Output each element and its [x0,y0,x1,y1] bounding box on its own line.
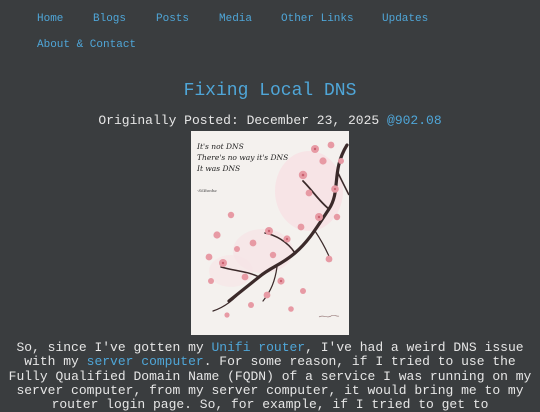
body-text-segment: So, since I've gotten my [16,340,212,355]
hero-caption: It's not DNS There's no way it's DNS It … [197,141,288,174]
nav-link-posts[interactable]: Posts [156,13,189,26]
server-computer-link[interactable]: server computer [87,354,204,369]
nav-link-other-links[interactable]: Other Links [281,13,354,26]
nav-row-2: About & Contact [0,26,540,52]
beat-time-link[interactable]: @902.08 [387,113,442,128]
post-body-paragraph: So, since I've gotten my Unifi router, I… [8,340,532,412]
posted-date-line: Originally Posted: December 23, 2025 @90… [0,113,540,129]
unifi-router-link[interactable]: Unifi router [211,340,305,355]
nav-link-about-contact[interactable]: About & Contact [37,39,136,52]
hero-caption-line: It was DNS [197,164,241,173]
nav-link-blogs[interactable]: Blogs [93,13,126,26]
nav-link-updates[interactable]: Updates [382,13,428,26]
top-navigation: Home Blogs Posts Media Other Links Updat… [0,0,540,52]
nav-link-home[interactable]: Home [37,13,63,26]
nav-link-media[interactable]: Media [219,13,252,26]
nav-row-1: Home Blogs Posts Media Other Links Updat… [0,0,540,26]
hero-signature: -SSBonba [197,188,217,193]
hero-caption-line: There's no way it's DNS [197,153,289,162]
posted-date: Originally Posted: December 23, 2025 [98,113,380,128]
post-hero-image: It's not DNS There's no way it's DNS It … [191,131,349,335]
hero-caption-line: It's not DNS [197,142,244,151]
page-title: Fixing Local DNS [183,81,357,101]
